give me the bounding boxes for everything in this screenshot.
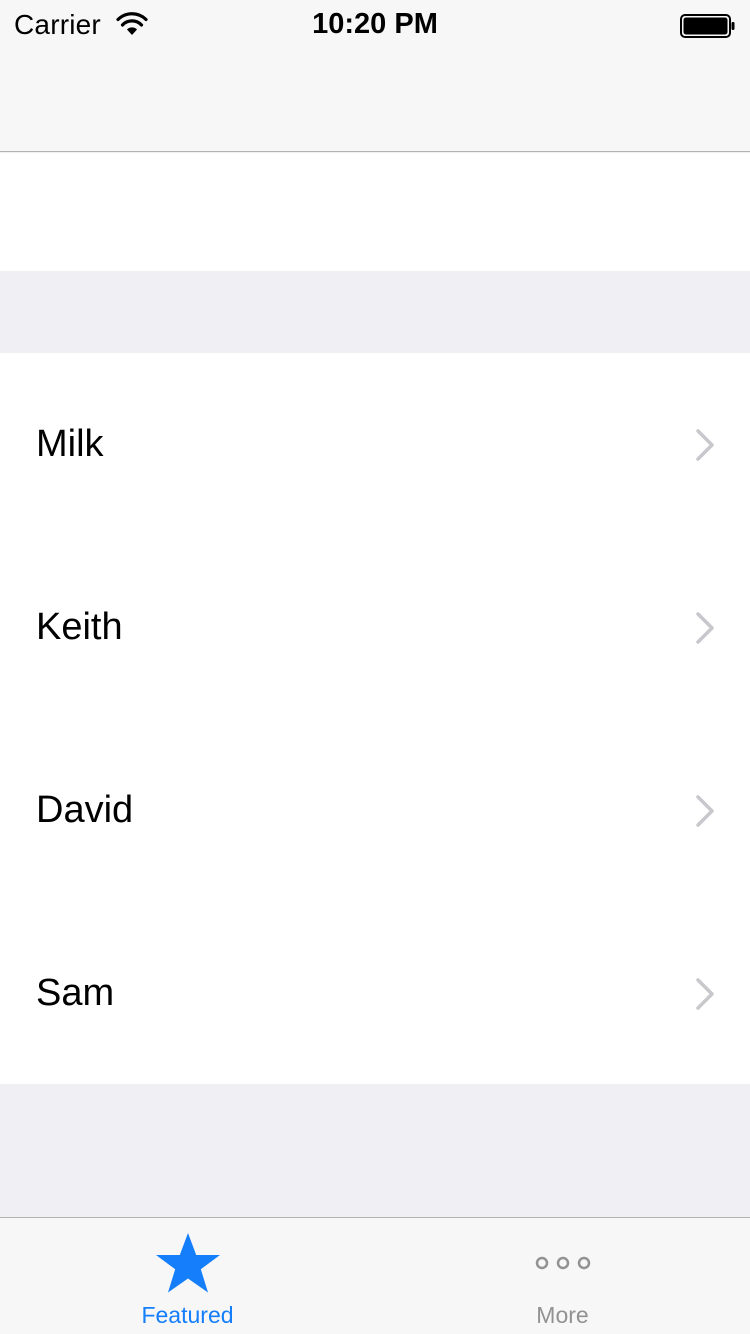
status-time: 10:20 PM [312,8,438,40]
battery-icon [680,14,735,38]
table-row[interactable]: Keith [0,536,750,719]
tab-featured-label: Featured [141,1302,234,1328]
navigation-bar: Carrier 10:20 PM [0,0,750,152]
tab-bar: Featured More [0,1217,750,1334]
table-header-view [0,153,750,271]
row-label: Keith [36,606,123,648]
row-label: Milk [36,423,104,465]
chevron-right-icon [696,978,714,1010]
status-bar: Carrier 10:20 PM [0,0,750,52]
table-section: Milk Keith David Sam [0,353,750,1084]
table-row[interactable]: Sam [0,902,750,1085]
tab-featured-icon-wrap [0,1230,375,1296]
table-row[interactable]: David [0,719,750,902]
chevron-right-icon [696,795,714,827]
star-icon [155,1233,220,1293]
screen: Carrier 10:20 PM Milk Keith David Sam Fe… [0,0,750,1334]
row-label: Sam [36,972,115,1014]
row-label: David [36,789,134,831]
chevron-right-icon [696,612,714,644]
tab-more-icon-wrap [375,1230,750,1296]
tab-more-label: More [536,1302,589,1328]
table-row[interactable]: Milk [0,353,750,536]
chevron-right-icon [696,429,714,461]
tab-more[interactable]: More [375,1218,750,1334]
more-icon [535,1256,590,1270]
tab-featured[interactable]: Featured [0,1218,375,1334]
